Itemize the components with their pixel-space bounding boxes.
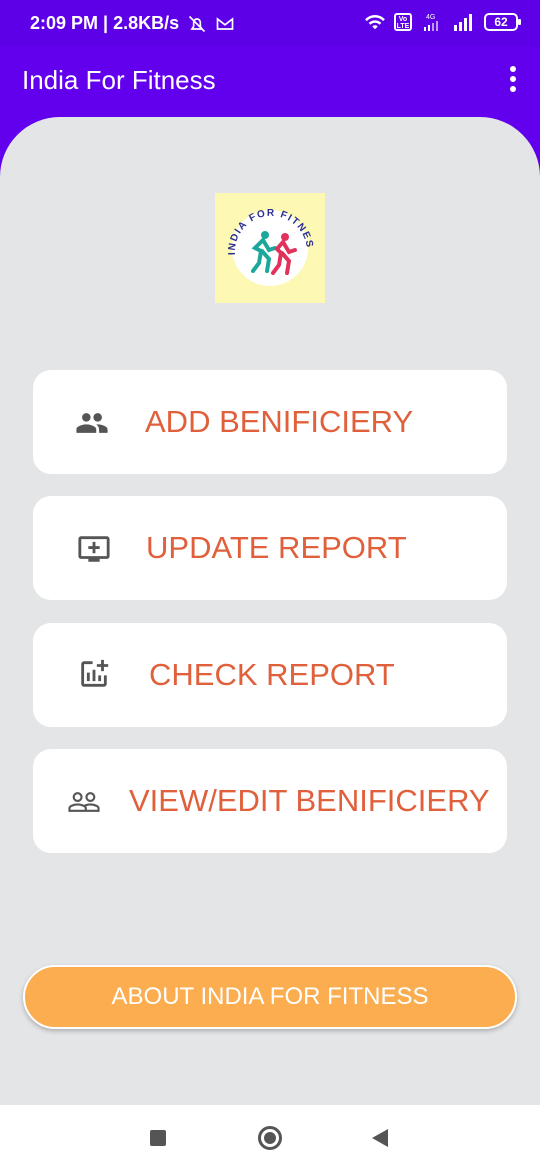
- status-bar: 2:09 PM | 2.8KB/s Vo LTE 4G 62: [0, 0, 540, 46]
- main-content: INDIA FOR FITNESS ADD BENIFICIERY UPDATE…: [0, 117, 540, 1105]
- add-to-queue-icon: [78, 536, 110, 562]
- people-icon: [76, 413, 108, 433]
- gmail-icon: [216, 16, 234, 30]
- add-chart-icon: [81, 659, 109, 687]
- view-edit-beneficiary-button[interactable]: VIEW/EDIT BENIFICIERY: [33, 749, 507, 853]
- back-icon[interactable]: [372, 1129, 388, 1147]
- system-nav-bar: [0, 1105, 540, 1170]
- app-title: India For Fitness: [22, 65, 216, 95]
- people-outline-icon: [68, 792, 100, 812]
- runners-logo-icon: INDIA FOR FITNESS: [215, 193, 314, 275]
- check-report-label: CHECK REPORT: [149, 657, 395, 692]
- view-edit-beneficiary-label: VIEW/EDIT BENIFICIERY: [129, 783, 490, 818]
- wifi-icon: [365, 14, 385, 30]
- volte-icon: Vo LTE: [394, 13, 412, 31]
- check-report-button[interactable]: CHECK REPORT: [33, 623, 507, 727]
- battery-icon: 62: [484, 13, 521, 31]
- update-report-button[interactable]: UPDATE REPORT: [33, 496, 507, 600]
- recents-icon[interactable]: [150, 1130, 166, 1146]
- signal-4g-icon: 4G: [424, 14, 438, 31]
- app-logo: INDIA FOR FITNESS: [215, 193, 325, 303]
- status-right: Vo LTE 4G 62: [364, 12, 521, 32]
- status-left: 2:09 PM | 2.8KB/s: [30, 13, 235, 34]
- update-report-label: UPDATE REPORT: [146, 530, 407, 565]
- status-time-speed: 2:09 PM | 2.8KB/s: [30, 13, 180, 33]
- about-button[interactable]: ABOUT INDIA FOR FITNESS: [23, 965, 517, 1029]
- add-beneficiary-button[interactable]: ADD BENIFICIERY: [33, 370, 507, 474]
- home-icon[interactable]: [258, 1126, 282, 1150]
- network-label: 4G: [426, 14, 435, 21]
- add-beneficiary-label: ADD BENIFICIERY: [145, 404, 414, 439]
- app-bar: India For Fitness: [0, 46, 540, 118]
- alarm-off-icon: [189, 15, 206, 32]
- more-vert-icon[interactable]: [508, 66, 518, 96]
- signal-icon: [454, 14, 472, 31]
